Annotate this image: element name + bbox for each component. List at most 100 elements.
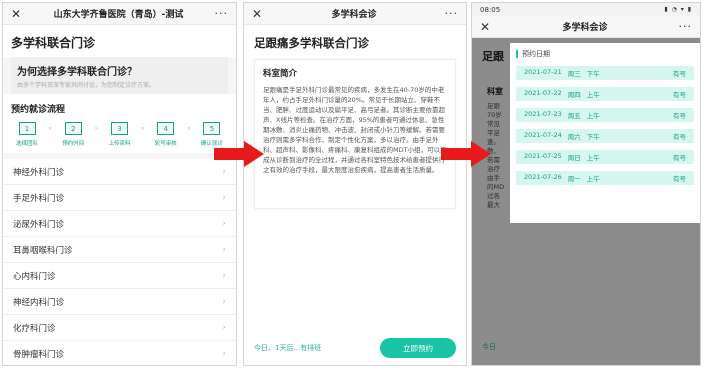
date-period: 上午 [586,91,600,99]
date-period: 上午 [586,175,600,183]
availability-status: 有号 [673,175,686,183]
department-name: 心内科门诊 [13,271,56,282]
date-option[interactable]: 2021-07-22 周四 上午 有号 [516,87,694,101]
department-item[interactable]: 手足外科门诊 › [3,185,236,211]
date-weekday: 周四 [567,91,581,99]
flow-step: 1 选择团队 [11,122,43,147]
department-name: 化疗科门诊 [13,323,56,334]
step-arrow-icon: » [48,125,52,132]
flow-step: 2 预约时间 [57,122,89,147]
availability-status: 有号 [673,91,686,99]
window-titlebar: ✕ 多学科会诊 ··· [244,3,466,25]
underlying-page: 足跟 科室 足跟 70岁 常见 平足 查。 敷、 若需 治疗 由手 的MD 过各 最大 今日 预约日期… [472,38,700,365]
date-period: 上午 [586,112,600,120]
flow-arrow-1 [214,141,264,167]
more-icon[interactable]: ··· [212,7,228,20]
date-info: 2021-07-22 周四 上午 [524,89,600,99]
step-label: 选择团队 [15,141,38,147]
date-period: 下午 [586,70,600,78]
department-name: 神经外科门诊 [13,167,65,178]
detail-footer: 今日、1天后...有排班 立即预约 [244,338,466,358]
flow-arrow-2 [441,141,491,167]
department-item[interactable]: 骨肿瘤科门诊 › [3,341,236,365]
department-name: 耳鼻咽喉科门诊 [13,245,73,256]
close-icon[interactable]: ✕ [11,7,25,21]
why-banner[interactable]: 为何选择多学科联合门诊？ 由多个学科资深专家共同讨论，为您制定诊疗方案。 [11,57,228,94]
intro-heading: 科室简介 [263,69,298,79]
date-weekday: 周日 [567,154,581,162]
date-value: 2021-07-23 [524,110,562,118]
date-info: 2021-07-23 周五 上午 [524,110,600,120]
screen-mdt-home: ✕ 山东大学齐鲁医院（青岛）-测试 ··· 多学科联合门诊 为何选择多学科联合门… [2,2,237,366]
page-title: 多学科联合门诊 [11,36,96,50]
page-title: 足跟痛多学科联合门诊 [254,36,369,50]
department-item[interactable]: 泌尿外科门诊 › [3,211,236,237]
sheet-header: 预约日期 [516,49,694,59]
close-icon[interactable]: ✕ [252,7,266,21]
date-value: 2021-07-21 [524,68,562,76]
department-item[interactable]: 耳鼻咽喉科门诊 › [3,237,236,263]
page-header: 多学科联合门诊 [3,25,236,57]
date-weekday: 周五 [567,112,581,120]
date-weekday: 周六 [567,133,581,141]
detail-body: 足跟痛多学科联合门诊 科室简介 足跟痛是手足外科门诊最常见的疾病，多发生在40-… [244,25,466,365]
department-name: 骨肿瘤科门诊 [13,349,65,360]
why-description: 由多个学科资深专家共同讨论，为您制定诊疗方案。 [17,82,156,89]
availability-status: 有号 [673,133,686,141]
step-number: 3 [110,122,128,135]
intro-text: 足跟痛是手足外科门诊最常见的疾病，多发生在40-70岁的中老年人，约占手足外科门… [263,86,447,174]
status-icons: ▮ ◔ ▾ ▮ [664,6,692,13]
status-time: 08:05 [480,5,501,14]
arrow-right-icon [214,141,264,167]
department-item[interactable]: 化疗科门诊 › [3,315,236,341]
department-name: 神经内科门诊 [13,297,65,308]
date-list: 2021-07-21 周三 下午 有号 2021-07-22 周四 上午 有号 2021-07-… [516,66,694,185]
date-info: 2021-07-25 周日 上午 [524,152,600,162]
step-number: 2 [64,122,82,135]
date-option[interactable]: 2021-07-21 周三 下午 有号 [516,66,694,80]
chevron-right-icon: › [222,192,226,203]
step-arrow-icon: » [94,125,99,132]
department-item[interactable]: 神经内科门诊 › [3,289,236,315]
department-item[interactable]: 心内科门诊 › [3,263,236,289]
date-option[interactable]: 2021-07-23 周五 上午 有号 [516,108,694,122]
date-info: 2021-07-24 周六 下午 [524,131,600,141]
step-arrow-icon: » [186,125,191,132]
date-option[interactable]: 2021-07-25 周日 上午 有号 [516,150,694,164]
department-item[interactable]: 神经外科门诊 › [3,159,236,185]
screen-dept-detail: ✕ 多学科会诊 ··· 足跟痛多学科联合门诊 科室简介 足跟痛是手足外科门诊最常… [243,2,467,366]
date-info: 2021-07-26 周一 上午 [524,173,600,183]
chevron-right-icon: › [222,166,226,177]
window-title: 多学科会诊 [562,23,608,33]
window-title: 山东大学齐鲁医院（青岛）-测试 [53,10,184,20]
step-number: 5 [203,122,221,135]
screen-date-picker: 08:05 ▮ ◔ ▾ ▮ ✕ 多学科会诊 ··· 足跟 科室 足跟 70岁 常见平… [471,2,701,366]
department-name: 泌尿外科门诊 [13,219,65,230]
date-weekday: 周一 [567,175,581,183]
more-icon[interactable]: ··· [676,20,692,33]
date-value: 2021-07-22 [524,89,562,97]
step-number: 4 [157,122,175,135]
arrow-right-icon [441,141,491,167]
date-option[interactable]: 2021-07-26 周一 上午 有号 [516,171,694,185]
availability-status: 有号 [673,70,686,78]
date-period: 下午 [586,133,600,141]
more-icon[interactable]: ··· [442,7,458,20]
book-now-button[interactable]: 立即预约 [380,338,456,358]
booking-flow: 预约就诊流程 1 选择团队» 2 预约时间» 3 上传资料» 4 轮号审核» 5 确认就诊 [3,94,236,153]
window-titlebar: ✕ 多学科会诊 ··· [472,16,700,38]
date-info: 2021-07-21 周三 下午 [524,68,600,78]
window-title: 多学科会诊 [331,10,377,20]
chevron-right-icon: › [222,244,226,255]
chevron-right-icon: › [222,296,226,307]
why-question: 为何选择多学科联合门诊？ [17,67,137,78]
close-icon[interactable]: ✕ [480,20,494,34]
flow-step: 4 轮号审核 [150,122,182,147]
date-value: 2021-07-25 [524,152,562,160]
flow-step: 3 上传资料 [103,122,135,147]
intro-card: 科室简介 足跟痛是手足外科门诊最常见的疾病，多发生在40-70岁的中老年人，约占… [254,59,456,209]
date-option[interactable]: 2021-07-24 周六 下午 有号 [516,129,694,143]
date-value: 2021-07-26 [524,173,562,181]
step-label: 预约时间 [62,141,85,147]
step-number: 1 [18,122,36,135]
